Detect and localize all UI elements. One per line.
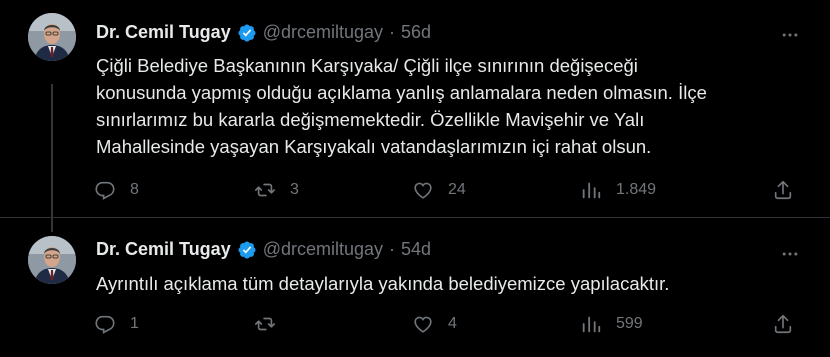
tweet[interactable]: Dr. Cemil Tugay @drcemiltugay · 54d Ayrı… bbox=[0, 218, 830, 357]
reply-icon bbox=[94, 313, 116, 335]
like-icon bbox=[412, 179, 434, 201]
timestamp[interactable]: 54d bbox=[401, 239, 431, 260]
verified-badge-icon[interactable] bbox=[237, 240, 257, 260]
author-name[interactable]: Dr. Cemil Tugay bbox=[96, 239, 231, 260]
like-button[interactable]: 24 bbox=[412, 179, 466, 201]
tweet-text: Ayrıntılı açıklama tüm detaylarıyla yakı… bbox=[96, 273, 670, 294]
more-icon[interactable] bbox=[778, 25, 802, 45]
author-name[interactable]: Dr. Cemil Tugay bbox=[96, 22, 231, 43]
timestamp[interactable]: 56d bbox=[401, 22, 431, 43]
reply-button[interactable]: 1 bbox=[94, 313, 139, 335]
retweet-icon bbox=[254, 313, 276, 335]
reply-button[interactable]: 8 bbox=[94, 179, 139, 201]
separator-dot: · bbox=[389, 239, 396, 259]
share-icon bbox=[772, 179, 794, 201]
retweet-button[interactable]: 3 bbox=[254, 179, 299, 201]
tweet-actions: 1 4 599 bbox=[94, 313, 804, 337]
reply-count: 1 bbox=[130, 315, 139, 332]
author-handle[interactable]: @drcemiltugay bbox=[263, 239, 383, 260]
like-button[interactable]: 4 bbox=[412, 313, 457, 335]
author-handle[interactable]: @drcemiltugay bbox=[263, 22, 383, 43]
views-count: 599 bbox=[616, 315, 643, 332]
avatar[interactable] bbox=[28, 13, 76, 61]
avatar[interactable] bbox=[28, 236, 76, 284]
separator-dot: · bbox=[389, 22, 396, 42]
like-icon bbox=[412, 313, 434, 335]
views-button[interactable]: 1.849 bbox=[580, 179, 656, 201]
retweet-button[interactable] bbox=[254, 313, 290, 335]
views-button[interactable]: 599 bbox=[580, 313, 643, 335]
tweet-actions: 8 3 24 1.849 bbox=[94, 179, 804, 203]
like-count: 24 bbox=[448, 181, 466, 198]
views-count: 1.849 bbox=[616, 181, 657, 198]
tweet[interactable]: Dr. Cemil Tugay @drcemiltugay · 56d Çiğl… bbox=[0, 0, 830, 217]
retweet-count: 3 bbox=[290, 181, 299, 198]
tweet-header: Dr. Cemil Tugay @drcemiltugay · 54d bbox=[96, 239, 431, 260]
retweet-icon bbox=[254, 179, 276, 201]
tweet-text: Çiğli Belediye Başkanının Karşıyaka/ Çiğ… bbox=[96, 55, 707, 157]
views-icon bbox=[580, 179, 602, 201]
share-button[interactable] bbox=[772, 313, 794, 335]
share-button[interactable] bbox=[772, 179, 794, 201]
reply-icon bbox=[94, 179, 116, 201]
verified-badge-icon[interactable] bbox=[237, 23, 257, 43]
tweet-header: Dr. Cemil Tugay @drcemiltugay · 56d bbox=[96, 22, 431, 43]
share-icon bbox=[772, 313, 794, 335]
more-icon[interactable] bbox=[778, 244, 802, 264]
reply-count: 8 bbox=[130, 181, 139, 198]
like-count: 4 bbox=[448, 315, 457, 332]
views-icon bbox=[580, 313, 602, 335]
